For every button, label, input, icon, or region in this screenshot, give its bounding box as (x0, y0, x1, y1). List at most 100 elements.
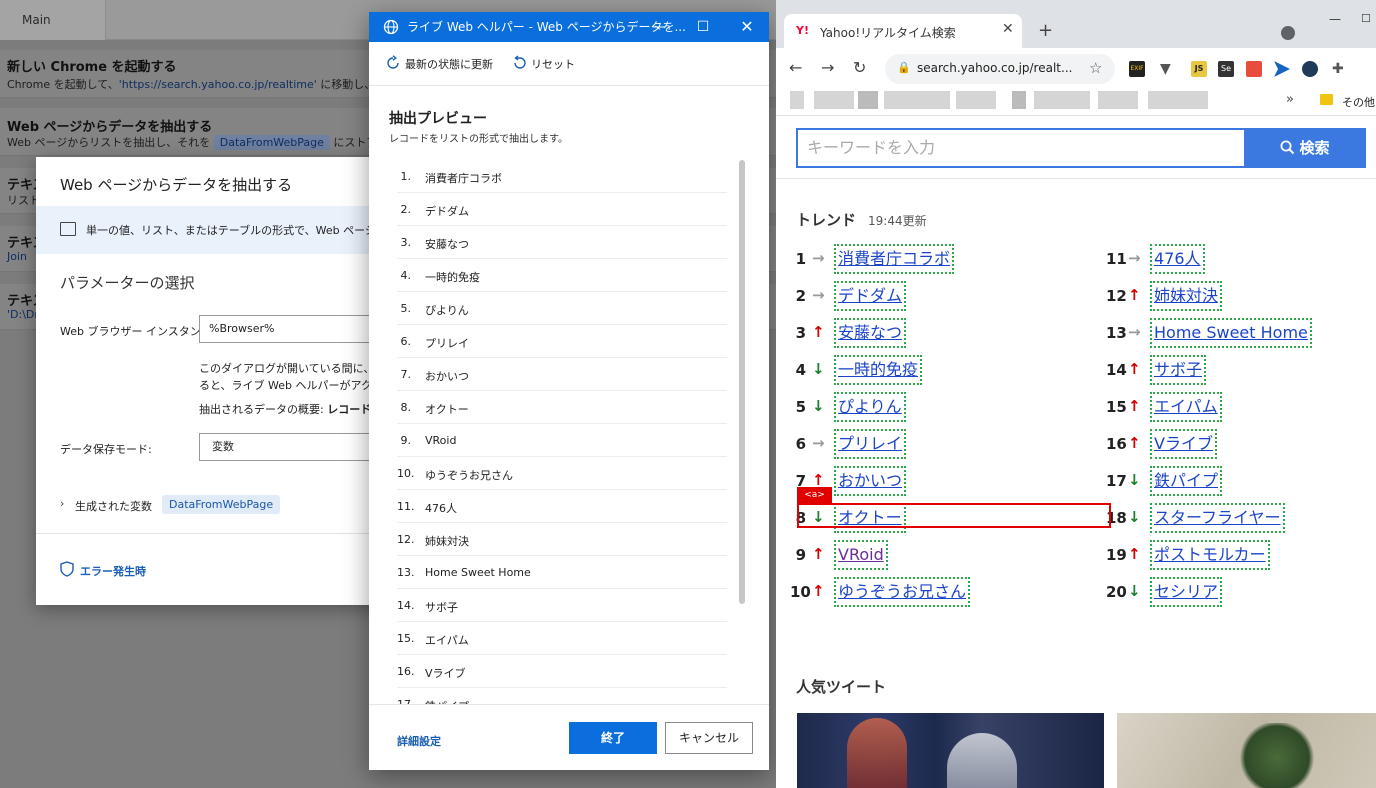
trend-row: 18 ↓ スターフライヤー (1106, 503, 1376, 540)
other-bookmarks[interactable]: その他の (1342, 94, 1376, 110)
trend-link[interactable]: セシリア (1149, 577, 1223, 607)
minimize-button[interactable]: — (637, 12, 681, 42)
search-input[interactable]: キーワードを入力 (796, 128, 1245, 168)
new-tab-icon[interactable]: + (1038, 20, 1053, 41)
trend-link[interactable]: エイパム (1150, 392, 1222, 422)
item-index: 10. (397, 467, 415, 480)
preview-item: 9. VRoid (397, 424, 727, 457)
bookmark-item[interactable] (956, 91, 996, 109)
preview-subtitle: レコードをリストの形式で抽出します。 (389, 134, 568, 145)
reload-icon[interactable]: ↻ (853, 58, 866, 77)
arrow-down-icon: ↓ (1128, 471, 1141, 489)
on-error-link[interactable]: エラー発生時 (80, 563, 146, 579)
trend-rank: 15 (1106, 398, 1127, 416)
trend-link[interactable]: おかいつ (833, 466, 907, 496)
action-description: Join (7, 250, 28, 263)
trend-link[interactable]: 一時的免疫 (833, 355, 923, 385)
arrow-right-icon: → (812, 434, 825, 452)
vue-extension-icon[interactable]: ▼ (1160, 61, 1176, 77)
refresh-button[interactable]: 最新の状態に更新 (405, 56, 493, 72)
trend-updated-time: 19:44更新 (868, 214, 927, 228)
bookmark-item[interactable] (790, 91, 804, 109)
trend-link[interactable]: VRoid (834, 540, 888, 570)
trend-link[interactable]: 消費者庁コラボ (833, 244, 955, 274)
preview-list[interactable]: 1. 消費者庁コラボ 2. デドダム 3. 安藤なつ 4. 一時的免疫 5. ぴよりん 6. プリレイ… (397, 160, 727, 704)
undo-icon[interactable] (512, 55, 528, 74)
trend-link[interactable]: 鉄パイプ (1149, 466, 1223, 496)
tweet-image[interactable] (1117, 713, 1376, 788)
reset-button[interactable]: リセット (531, 56, 575, 72)
finish-button[interactable]: 終了 (569, 722, 657, 754)
item-index: 1. (400, 170, 412, 183)
trend-link[interactable]: Vライブ (1150, 429, 1217, 459)
trend-link[interactable]: 安藤なつ (833, 318, 907, 348)
bookmark-item[interactable] (814, 91, 854, 109)
item-index: 9. (400, 434, 412, 447)
trend-link[interactable]: 476人 (1150, 244, 1205, 274)
refresh-icon[interactable] (385, 55, 401, 74)
folder-icon (1320, 94, 1333, 105)
element-highlight (797, 503, 1111, 528)
preview-item: 13. Home Sweet Home (397, 556, 727, 589)
item-value: Vライブ (425, 667, 466, 680)
trend-row: 7 ↑ おかいつ (790, 466, 1090, 503)
maximize-button[interactable]: ☐ (681, 12, 725, 42)
extensions-puzzle-icon[interactable]: ✚ (1332, 61, 1348, 77)
bookmark-item[interactable] (858, 91, 878, 109)
chevron-right-icon[interactable]: › (60, 497, 64, 510)
chrome-window: Y! Yahoo!リアルタイム検索 ✕ + — ☐ ← → ↻ 🔒 search… (776, 0, 1376, 788)
bookmark-item[interactable] (1012, 91, 1026, 109)
preview-item: 6. プリレイ (397, 325, 727, 358)
generated-vars-label[interactable]: 生成された変数 (75, 498, 152, 514)
browser-tab[interactable]: Y! Yahoo!リアルタイム検索 ✕ (784, 14, 1022, 48)
js-extension-icon[interactable]: JS (1191, 61, 1207, 77)
cancel-button[interactable]: キャンセル (665, 722, 753, 754)
trend-link[interactable]: スターフライヤー (1150, 503, 1285, 533)
back-icon[interactable]: ← (789, 58, 802, 77)
star-icon[interactable]: ☆ (1089, 59, 1102, 77)
trend-row: 15 ↑ エイパム (1106, 392, 1376, 429)
search-button[interactable]: 検索 (1244, 128, 1366, 168)
bookmark-item[interactable] (1034, 91, 1090, 109)
variable-chip[interactable]: DataFromWebPage (162, 495, 281, 514)
advanced-settings-link[interactable]: 詳細設定 (397, 733, 441, 749)
trend-link[interactable]: ポストモルカー (1150, 540, 1270, 570)
element-tag-label: <a> (797, 487, 832, 503)
item-value: 一時的免疫 (425, 271, 480, 284)
address-bar[interactable]: 🔒 search.yahoo.co.jp/realt... ☆ (885, 54, 1115, 84)
bookmark-item[interactable] (1098, 91, 1138, 109)
bookmark-item[interactable] (1148, 91, 1208, 109)
trend-link[interactable]: サボ子 (1149, 355, 1207, 385)
forward-icon[interactable]: → (821, 58, 834, 77)
trend-link[interactable]: ゆうぞうお兄さん (833, 577, 971, 607)
bookmark-item[interactable] (884, 91, 950, 109)
minimize-icon[interactable]: — (1329, 12, 1341, 26)
preview-scrollbar[interactable] (739, 160, 745, 604)
yahoo-favicon-icon: Y! (796, 24, 809, 37)
red-extension-icon[interactable] (1246, 61, 1262, 77)
check-extension-icon[interactable] (1302, 61, 1318, 77)
item-index: 11. (397, 500, 415, 513)
tab-main[interactable]: Main (0, 0, 106, 40)
trend-list-left: 1 → 消費者庁コラボ 2 → デドダム 3 ↑ 安藤なつ 4 ↓ 一時的免疫 5 ↓ ぴよりん 6 → プリレイ… (790, 244, 1090, 614)
trend-link[interactable]: プリレイ (833, 429, 907, 459)
trend-link[interactable]: ぴよりん (834, 392, 906, 422)
exif-extension-icon[interactable]: EXIF (1129, 61, 1145, 77)
selenium-extension-icon[interactable]: Se (1218, 61, 1234, 77)
maximize-icon[interactable]: ☐ (1361, 12, 1371, 25)
preview-item: 17.鉄パイプ (397, 688, 727, 704)
close-button[interactable]: ✕ (725, 12, 769, 42)
item-value: 安藤なつ (425, 238, 469, 251)
arrow-up-icon: ↑ (1128, 545, 1141, 563)
trend-link[interactable]: Home Sweet Home (1150, 318, 1312, 348)
trend-rank: 6 (795, 435, 806, 453)
bookmarks-overflow-icon[interactable]: » (1286, 92, 1294, 107)
item-index: 4. (400, 269, 412, 282)
trend-link[interactable]: 姉妹対決 (1149, 281, 1223, 311)
trend-rank: 12 (1106, 287, 1127, 305)
tab-close-icon[interactable]: ✕ (1002, 21, 1014, 37)
tweet-image[interactable] (797, 713, 1104, 788)
trend-link[interactable]: デドダム (833, 281, 907, 311)
profile-icon[interactable] (1281, 26, 1295, 40)
item-value: エイパム (425, 634, 469, 647)
